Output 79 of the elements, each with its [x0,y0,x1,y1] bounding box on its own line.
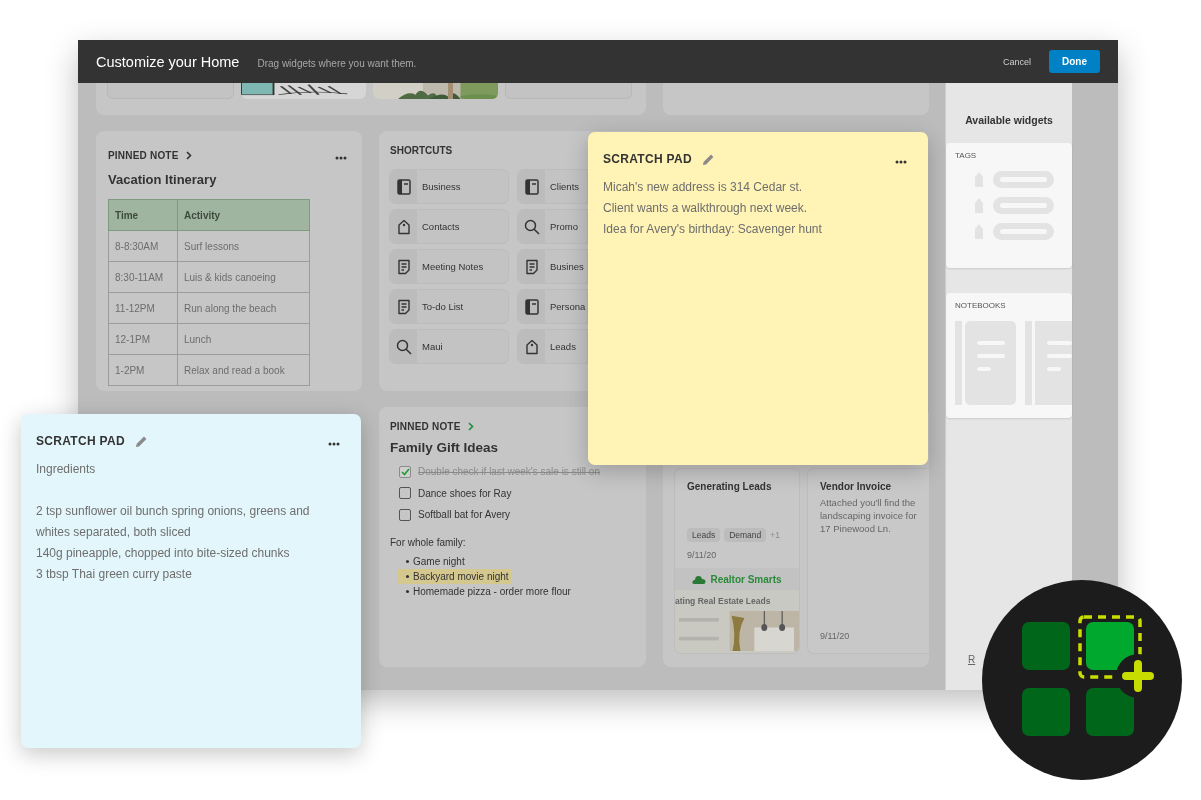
table-cell: Luis & kids canoeing [177,261,310,293]
scratch-pad-card[interactable]: SCRATCH PAD Ingredients 2 tsp sunflower oil bunch spring onions, greens and whites separated, both sliced 140g pineapple, chopped into bite-sized chunks 3 tbsp Thai green curry paste [21,414,361,748]
todo-text: Dance shoes for Ray [418,487,512,499]
notebook-icon [396,178,411,195]
table-cell: Surf lessons [177,230,310,262]
table-cell: 8:30-11AM [108,261,178,293]
done-button[interactable]: Done [1049,50,1100,73]
notebook-icon [524,298,539,315]
add-widget-icon [982,580,1182,780]
shortcut-item[interactable]: Persona [518,290,587,323]
column-header: Time [108,199,178,231]
cloud-icon [692,574,707,584]
note-icon [524,258,539,275]
note-text: Micah's new address is 314 Cedar st. Client wants a walkthrough next week. Idea for Avery's birthday: Scavenger hunt [603,179,823,238]
brand-name: Realtor Smarts [710,573,782,585]
column-header: Activity [177,199,310,231]
checkbox[interactable] [399,508,411,521]
table-cell: 8-8:30AM [108,230,178,262]
note-date: 9/11/20 [819,631,851,643]
search-icon [523,218,540,235]
note-preview: Attached you'll find the landscaping invoice for 17 Pinewood Ln. [820,496,917,535]
shortcut-item[interactable]: Business [390,170,508,203]
note-title: Vacation Itinerary [108,172,218,187]
widget-title: SCRATCH PAD [603,152,692,166]
panel-title: Available widgets [965,114,1053,126]
table-cell: 12-1PM [108,323,178,355]
scratch-pad-card[interactable]: SCRATCH PAD Micah's new address is 314 Cedar st. Client wants a walkthrough next week. Idea for Avery's birthday: Scavenger hunt [588,132,928,465]
list-item: Backyard movie night [397,568,512,584]
shortcut-item[interactable]: To-do List [390,290,508,323]
note-title: Vendor Invoice [820,481,893,492]
widget-card[interactable]: NOTEBOOKS [946,293,1072,418]
widget-label: NOTEBOOKS [955,301,1007,310]
shortcut-item[interactable]: Contacts [390,210,508,243]
checkbox[interactable] [399,465,411,478]
list-item: Homemade pizza - order more flour [397,583,574,599]
note-text: Ingredients [36,461,97,478]
shortcut-item[interactable]: Busines [518,250,587,283]
section-label[interactable]: PINNED NOTE [390,421,461,432]
more-icon[interactable] [328,442,340,446]
pencil-icon[interactable] [134,434,148,448]
table-cell: Relax and read a book [177,354,310,386]
more-tags-count: +1 [770,530,780,540]
section-title: SHORTCUTS [390,145,454,156]
section-label[interactable]: PINNED NOTE [108,149,179,161]
widget-card[interactable]: TAGS [946,143,1072,268]
table-cell: 11-12PM [108,292,178,324]
search-icon [395,338,412,355]
tag-icon [396,218,411,235]
widget-title: SCRATCH PAD [36,434,125,448]
table-cell: Run along the beach [177,292,310,324]
more-icon[interactable] [335,156,347,160]
checkbox[interactable] [399,487,411,500]
note-icon [396,258,411,275]
table-cell: 1-2PM [108,354,178,386]
pencil-icon[interactable] [701,152,715,166]
tag-chip[interactable]: Leads [687,528,721,542]
notebook-icon [524,178,539,195]
link[interactable]: R [968,654,976,665]
page-title: Customize your Home [96,53,240,70]
shortcut-item[interactable]: Maui [390,330,508,363]
widget-label: TAGS [955,151,978,160]
cancel-button[interactable]: Cancel [995,52,1039,71]
todo-text: Double check if last week's sale is still on [418,466,600,478]
tag-chip[interactable]: Demand [724,528,767,542]
todo-text: Softball bat for Avery [418,509,511,521]
note-text: 2 tsp sunflower oil bunch spring onions, greens and whites separated, both sliced 140g pineapple, chopped into bite-sized chunks 3 tbsp Thai green curry paste [36,503,311,583]
page-subtitle: Drag widgets where you want them. [257,57,418,69]
table-cell: Lunch [177,323,310,355]
note-icon [396,298,411,315]
more-icon[interactable] [895,160,907,164]
note-title: Generating Leads [687,481,773,492]
note-title: Family Gift Ideas [390,440,500,455]
shortcut-item[interactable]: Meeting Notes [390,250,508,283]
note-card[interactable]: Generating Leads Leads Demand +1 9/11/20 Realtor Smarts ating Real Estate Leads [675,469,799,653]
list-item: Game night [397,553,468,569]
chevron-icon[interactable] [185,150,192,160]
list-heading: For whole family: [390,536,467,548]
note-date: 9/11/20 [687,550,718,560]
tag-icon [524,338,539,355]
